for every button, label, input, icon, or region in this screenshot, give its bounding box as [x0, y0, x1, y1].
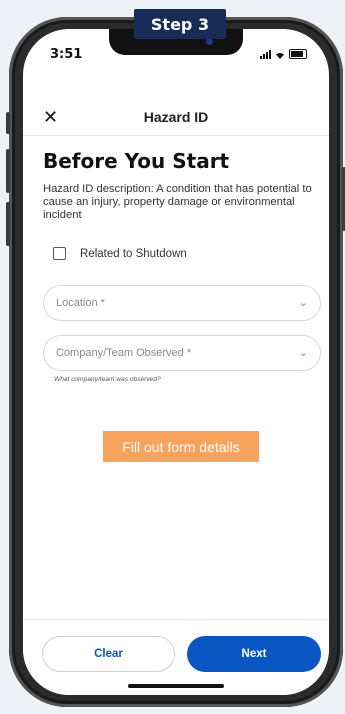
company-team-helper: What company/team was observed? [54, 376, 161, 383]
chevron-down-icon: ⌄ [298, 297, 308, 309]
step-badge: Step 3 [134, 9, 226, 39]
hazard-description: Hazard ID description: A condition that … [43, 183, 312, 221]
signal-icon [260, 50, 271, 59]
company-team-select[interactable]: Company/Team Observed * ⌄ [43, 335, 321, 371]
clear-button[interactable]: Clear [42, 636, 175, 672]
instruction-overlay: Fill out form details [103, 431, 259, 462]
status-time: 3:51 [50, 47, 83, 62]
volume-down-button [6, 202, 10, 246]
mute-switch [6, 112, 10, 134]
related-to-shutdown-label: Related to Shutdown [80, 247, 187, 260]
screen: 3:51 ✕ Hazard ID Before You Start Hazard… [23, 29, 329, 695]
status-icons [260, 49, 307, 59]
related-to-shutdown-row[interactable]: Related to Shutdown [53, 247, 187, 260]
app-header: ✕ Hazard ID [23, 99, 329, 136]
home-indicator [128, 684, 224, 688]
camera-icon [206, 38, 213, 45]
section-heading: Before You Start [43, 149, 230, 173]
wifi-icon [276, 52, 284, 59]
battery-icon [289, 49, 307, 59]
company-team-placeholder: Company/Team Observed * [56, 347, 192, 359]
page-title: Hazard ID [143, 109, 209, 125]
next-button[interactable]: Next [187, 636, 321, 672]
chevron-down-icon: ⌄ [298, 347, 308, 359]
location-select[interactable]: Location * ⌄ [43, 285, 321, 321]
related-to-shutdown-checkbox[interactable] [53, 247, 66, 260]
location-placeholder: Location * [56, 297, 105, 309]
volume-up-button [6, 149, 10, 193]
phone-frame: 3:51 ✕ Hazard ID Before You Start Hazard… [6, 17, 345, 707]
